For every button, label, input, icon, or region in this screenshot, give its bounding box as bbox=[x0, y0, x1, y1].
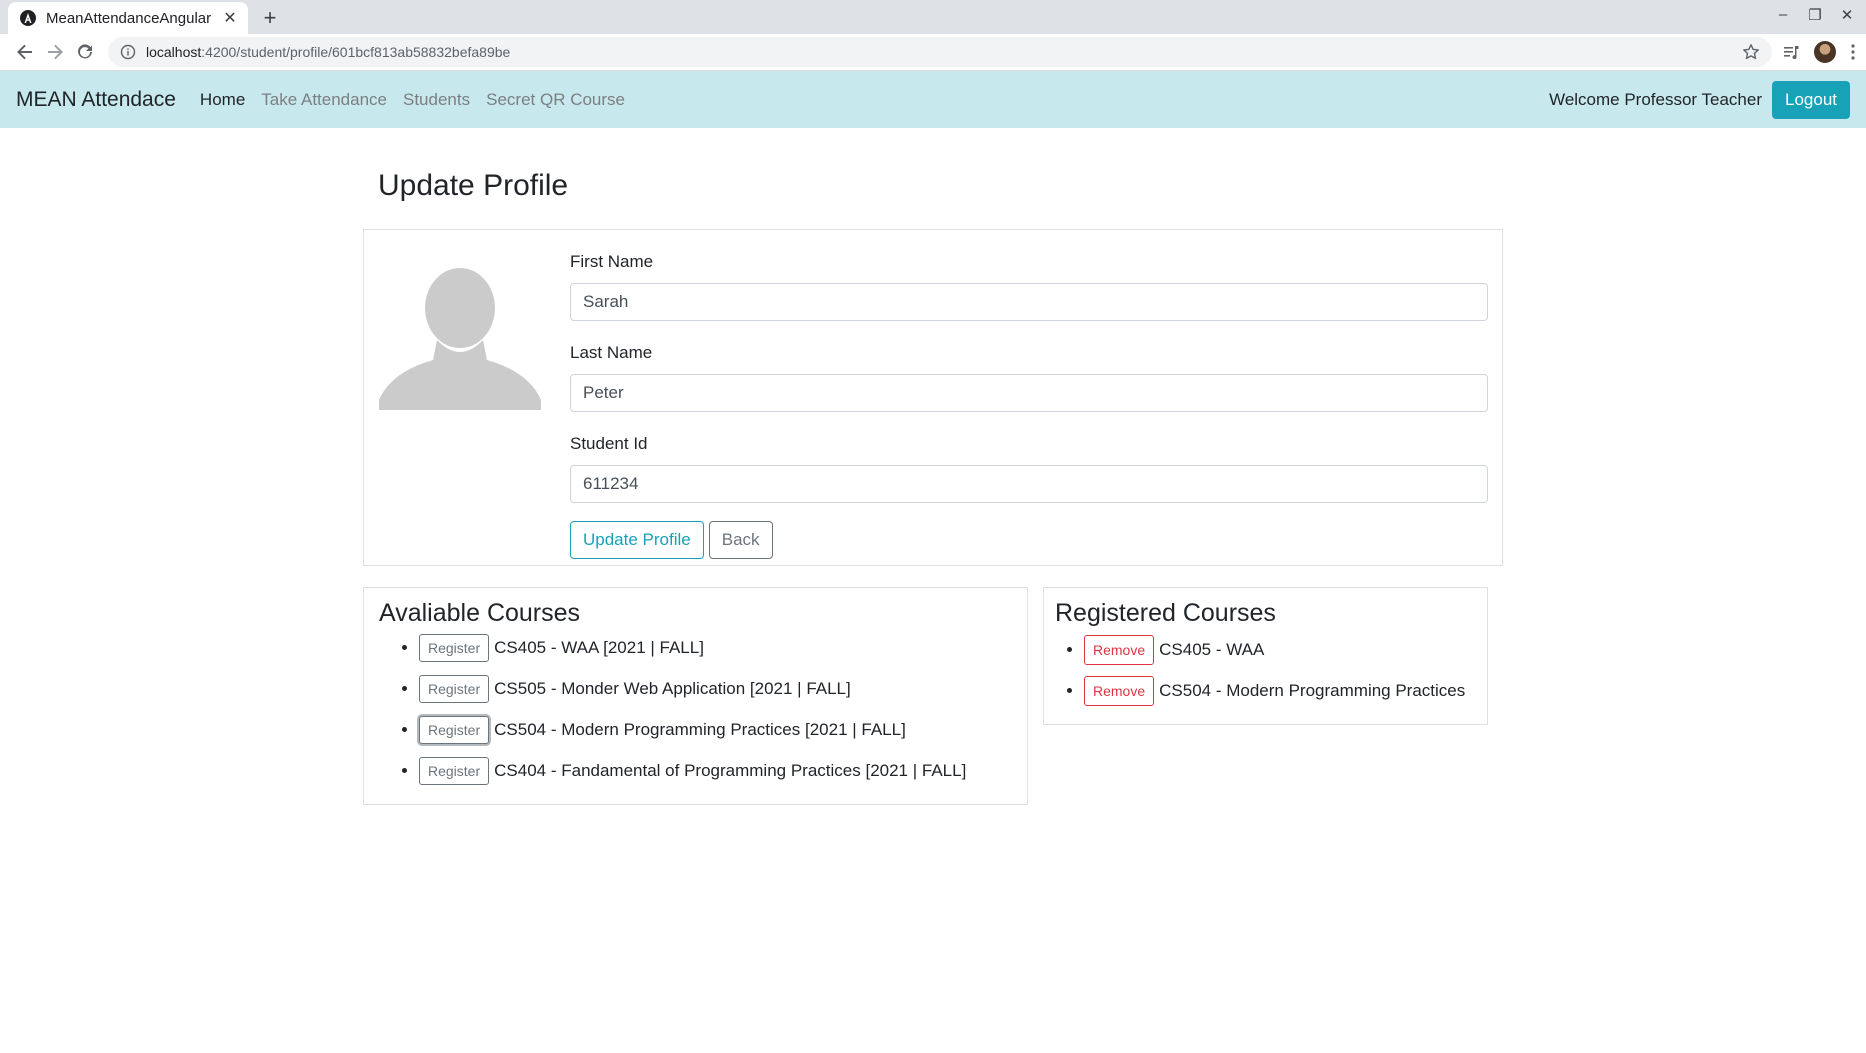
address-bar[interactable]: localhost:4200/student/profile/601bcf813… bbox=[108, 37, 1772, 67]
url-host: localhost bbox=[146, 44, 202, 60]
course-label: CS504 - Modern Programming Practices bbox=[1159, 681, 1466, 700]
browser-tabbar: MeanAttendanceAngular ✕ + – ❐ ✕ bbox=[0, 0, 1866, 34]
nav-link-take-attendance[interactable]: Take Attendance bbox=[261, 90, 387, 110]
remove-button[interactable]: Remove bbox=[1084, 635, 1155, 665]
form-actions: Update Profile Back bbox=[570, 521, 1488, 559]
url-text: localhost:4200/student/profile/601bcf813… bbox=[146, 44, 1742, 60]
course-label: CS404 - Fandamental of Programming Pract… bbox=[494, 761, 967, 780]
back-button[interactable]: Back bbox=[708, 521, 773, 559]
course-label: CS405 - WAA bbox=[1159, 640, 1265, 659]
brand[interactable]: MEAN Attendace bbox=[16, 88, 176, 112]
course-label: CS505 - Monder Web Application [2021 | F… bbox=[494, 679, 851, 698]
update-profile-button[interactable]: Update Profile bbox=[570, 521, 704, 559]
restore-icon[interactable]: ❐ bbox=[1808, 6, 1822, 24]
minimize-icon[interactable]: – bbox=[1776, 6, 1790, 24]
angular-favicon-icon bbox=[20, 10, 36, 26]
nav-link-secret-qr-course[interactable]: Secret QR Course bbox=[486, 90, 625, 110]
main-container: Update Profile First Name Last Name Stud… bbox=[363, 128, 1503, 805]
page-title: Update Profile bbox=[378, 169, 569, 202]
profile-card: First Name Last Name Student Id Update P… bbox=[363, 229, 1503, 566]
star-icon[interactable] bbox=[1742, 43, 1760, 61]
reload-icon[interactable] bbox=[70, 37, 100, 67]
last-name-label: Last Name bbox=[570, 343, 653, 362]
available-course-list: Register CS405 - WAA [2021 | FALL] Regis… bbox=[364, 634, 1027, 798]
first-name-label: First Name bbox=[570, 252, 654, 271]
nav-link-home[interactable]: Home bbox=[200, 90, 245, 110]
profile-avatar-icon[interactable] bbox=[1814, 41, 1836, 63]
list-item: Register CS404 - Fandamental of Programm… bbox=[419, 757, 1027, 798]
list-item: Remove CS504 - Modern Programming Practi… bbox=[1084, 676, 1487, 717]
registered-courses-title: Registered Courses bbox=[1055, 599, 1276, 627]
available-courses-title: Avaliable Courses bbox=[379, 599, 581, 627]
toolbar-right bbox=[1782, 41, 1856, 63]
url-path: :4200/student/profile/601bcf813ab58832be… bbox=[201, 44, 511, 60]
course-label: CS405 - WAA [2021 | FALL] bbox=[494, 638, 704, 657]
register-button[interactable]: Register bbox=[419, 634, 490, 662]
register-button[interactable]: Register bbox=[419, 716, 490, 744]
profile-form: First Name Last Name Student Id Update P… bbox=[570, 252, 1488, 559]
forward-arrow-icon[interactable] bbox=[40, 37, 70, 67]
first-name-input[interactable] bbox=[570, 283, 1488, 321]
registered-course-list: Remove CS405 - WAA Remove CS504 - Modern… bbox=[1044, 635, 1487, 717]
browser-tab[interactable]: MeanAttendanceAngular ✕ bbox=[8, 2, 248, 34]
browser-toolbar: localhost:4200/student/profile/601bcf813… bbox=[0, 34, 1866, 71]
register-button[interactable]: Register bbox=[419, 757, 490, 785]
tab-title: MeanAttendanceAngular bbox=[46, 9, 212, 27]
tab-close-icon[interactable]: ✕ bbox=[222, 8, 238, 28]
last-name-input[interactable] bbox=[570, 374, 1488, 412]
student-id-label: Student Id bbox=[570, 434, 648, 453]
list-item: Register CS505 - Monder Web Application … bbox=[419, 675, 1027, 716]
welcome-text: Welcome Professor Teacher bbox=[1549, 89, 1762, 109]
registered-courses-card: Registered Courses Remove CS405 - WAA Re… bbox=[1043, 587, 1488, 725]
menu-icon[interactable] bbox=[1850, 43, 1856, 61]
back-arrow-icon[interactable] bbox=[10, 37, 40, 67]
info-icon[interactable] bbox=[120, 44, 136, 60]
register-button[interactable]: Register bbox=[419, 675, 490, 703]
new-tab-icon[interactable]: + bbox=[258, 5, 282, 31]
course-label: CS504 - Modern Programming Practices [20… bbox=[494, 720, 906, 739]
reading-list-icon[interactable] bbox=[1782, 43, 1800, 61]
app-navbar: MEAN Attendace Home Take Attendance Stud… bbox=[0, 71, 1866, 128]
list-item: Register CS405 - WAA [2021 | FALL] bbox=[419, 634, 1027, 675]
available-courses-card: Avaliable Courses Register CS405 - WAA [… bbox=[363, 587, 1028, 805]
window-close-icon[interactable]: ✕ bbox=[1840, 6, 1854, 24]
student-id-input[interactable] bbox=[570, 465, 1488, 503]
nav-link-students[interactable]: Students bbox=[403, 90, 470, 110]
avatar-placeholder-icon bbox=[379, 268, 541, 410]
list-item: Remove CS405 - WAA bbox=[1084, 635, 1487, 676]
window-controls: – ❐ ✕ bbox=[1776, 6, 1854, 24]
list-item: Register CS504 - Modern Programming Prac… bbox=[419, 716, 1027, 757]
logout-button[interactable]: Logout bbox=[1772, 80, 1850, 119]
remove-button[interactable]: Remove bbox=[1084, 676, 1155, 706]
